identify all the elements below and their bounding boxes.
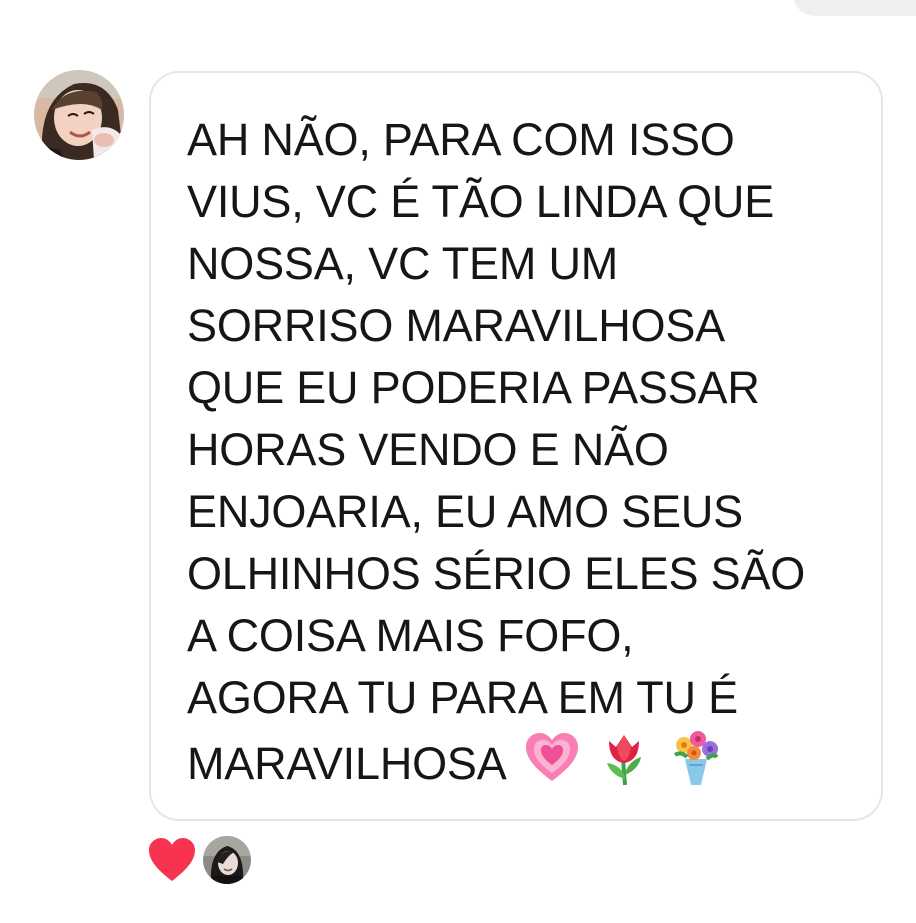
growing-heart-icon — [525, 733, 578, 781]
message-line: NOSSA, VC TEM UM — [187, 238, 619, 289]
bouquet-icon — [673, 731, 718, 785]
message-line: AGORA TU PARA EM TU É — [187, 672, 738, 723]
tulip-icon — [606, 735, 641, 786]
reactions-bar[interactable] — [147, 835, 251, 885]
message-bubble[interactable]: AH NÃO, PARA COM ISSO VIUS, VC É TÃO LIN… — [149, 71, 883, 821]
previous-message-bubble[interactable] — [793, 0, 916, 16]
message-last-line: MARAVILHOSA — [187, 729, 851, 795]
emoji-group — [523, 729, 725, 787]
message-line: VIUS, VC É TÃO LINDA QUE — [187, 176, 775, 227]
message-line: HORAS VENDO E NÃO — [187, 424, 669, 475]
chat-thread: AH NÃO, PARA COM ISSO VIUS, VC É TÃO LIN… — [0, 0, 916, 923]
message-line: OLHINHOS SÉRIO ELES SÃO — [187, 548, 806, 599]
message-line: A COISA MAIS FOFO, — [187, 610, 634, 661]
sender-avatar-icon — [34, 70, 124, 160]
message-line: QUE EU PODERIA PASSAR — [187, 362, 760, 413]
reactor-avatar[interactable] — [203, 836, 251, 884]
message-line: AH NÃO, PARA COM ISSO — [187, 114, 735, 165]
message-line: ENJOARIA, EU AMO SEUS — [187, 486, 743, 537]
heart-reaction-icon — [149, 838, 195, 881]
reactor-avatar-icon — [203, 836, 251, 884]
sender-avatar[interactable] — [34, 70, 124, 160]
message-line: MARAVILHOSA — [187, 738, 507, 789]
message-line: SORRISO MARAVILHOSA — [187, 300, 725, 351]
